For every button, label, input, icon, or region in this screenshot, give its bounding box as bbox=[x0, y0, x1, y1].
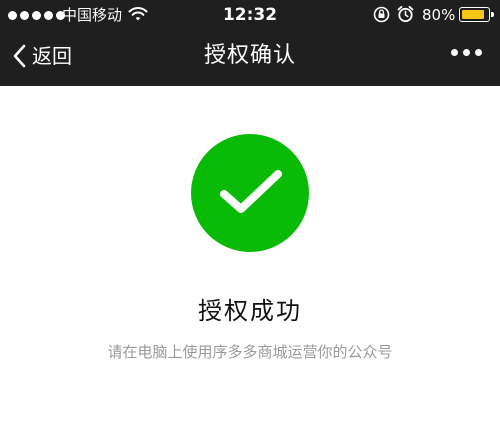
battery-percentage: 80% bbox=[422, 6, 456, 24]
rotation-lock-icon bbox=[373, 6, 390, 23]
result-title: 授权成功 bbox=[198, 297, 302, 325]
more-dots-icon[interactable] bbox=[451, 49, 482, 56]
alarm-icon bbox=[397, 5, 414, 23]
battery-icon bbox=[459, 7, 494, 22]
top-bar: 中国移动 12:32 80% 返回 授权确认 bbox=[0, 0, 500, 86]
status-bar: 中国移动 12:32 80% bbox=[0, 0, 500, 30]
page-title: 授权确认 bbox=[203, 43, 296, 68]
result-description: 请在电脑上使用序多多商城运营你的公众号 bbox=[107, 343, 393, 361]
success-check-icon bbox=[191, 134, 309, 252]
